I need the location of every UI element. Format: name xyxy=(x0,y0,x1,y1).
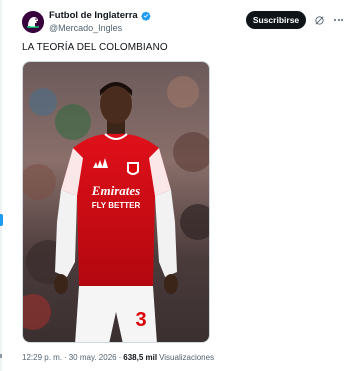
shirt-number: 3 xyxy=(135,309,146,331)
premier-league-lion-logo-icon xyxy=(22,11,44,33)
display-name-row: Futbol de Inglaterra xyxy=(49,10,151,21)
tweet-date[interactable]: 30 may. 2026 xyxy=(69,353,117,362)
tweet-time[interactable]: 12:29 p. m. xyxy=(22,353,62,362)
tweet-meta: 12:29 p. m. · 30 may. 2026 · 638,5 mil V… xyxy=(22,353,214,362)
meta-separator: · xyxy=(118,353,122,362)
player-photo: Emirates FLY BETTER 3 xyxy=(23,62,209,342)
more-dot xyxy=(337,19,340,21)
scroll-position-marker xyxy=(0,214,3,226)
tweet-media-photo[interactable]: Emirates FLY BETTER 3 xyxy=(22,61,210,343)
avatar[interactable] xyxy=(22,11,44,33)
more-dot xyxy=(334,19,336,21)
sponsor-line2: FLY BETTER xyxy=(92,201,141,210)
verified-badge-icon[interactable] xyxy=(141,11,151,21)
views-label: Visualizaciones xyxy=(159,353,215,362)
rail-dot xyxy=(0,354,2,358)
account-names: Futbol de Inglaterra @Mercado_Ingles xyxy=(49,10,151,33)
more-options-icon[interactable] xyxy=(334,17,344,23)
more-dot xyxy=(341,19,343,21)
meta-separator: · xyxy=(64,353,67,362)
display-name[interactable]: Futbol de Inglaterra xyxy=(49,10,138,21)
subscribe-button[interactable]: Suscribirse xyxy=(246,11,306,29)
timeline-rail xyxy=(0,0,2,371)
sponsor-line1: Emirates xyxy=(91,183,140,198)
views-count: 638,5 mil xyxy=(123,353,158,362)
account-handle[interactable]: @Mercado_Ingles xyxy=(49,23,151,33)
grok-icon[interactable] xyxy=(314,15,325,26)
tweet-text: LA TEORÍA DEL COLOMBIANO xyxy=(22,42,168,53)
tweet-header: Futbol de Inglaterra @Mercado_Ingles Sus… xyxy=(22,8,344,38)
